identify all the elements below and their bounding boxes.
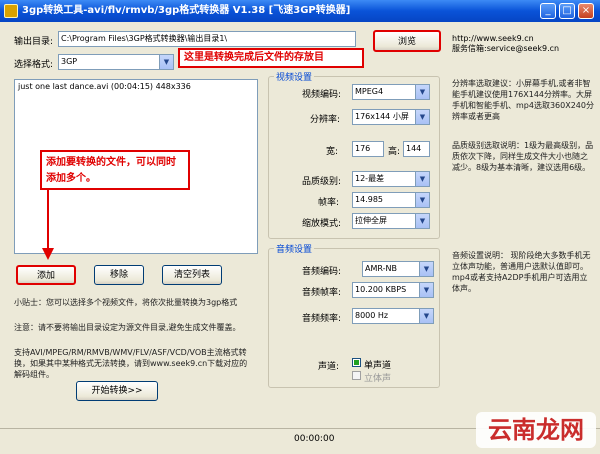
- output-dir-label: 输出目录:: [14, 37, 54, 47]
- clear-list-button[interactable]: 清空列表: [162, 265, 222, 285]
- chevron-down-icon: ▼: [415, 214, 429, 228]
- output-dir-annotation: 这里是转换完成后文件的存放目: [178, 48, 364, 68]
- browse-button[interactable]: 浏览: [373, 30, 441, 52]
- stereo-label: 立体声: [364, 374, 392, 384]
- audio-settings-title: 音频设置: [274, 242, 315, 255]
- tip-batch: 小贴士：您可以选择多个视频文件，将依次批量转换为3gp格式: [14, 298, 238, 307]
- video-codec-label: 视频编码:: [302, 90, 342, 100]
- mono-label: 单声道: [364, 361, 392, 371]
- quality-label: 品质级别:: [302, 177, 342, 187]
- window-title: 3gp转换工具-avi/flv/rmvb/3gp格式转换器 V1.38 [飞速3…: [22, 5, 351, 16]
- title-bar: 3gp转换工具-avi/flv/rmvb/3gp格式转换器 V1.38 [飞速3…: [0, 0, 600, 22]
- close-button[interactable]: ×: [578, 3, 594, 19]
- audio-codec-value: AMR-NB: [365, 264, 397, 273]
- video-codec-select[interactable]: MPEG4 ▼: [352, 84, 430, 100]
- audio-samplerate-label: 音频频率:: [302, 314, 342, 324]
- resolution-select[interactable]: 176x144 小屏 ▼: [352, 109, 430, 125]
- chevron-down-icon: ▼: [415, 110, 429, 124]
- watermark: 云南龙网: [476, 412, 596, 448]
- height-input[interactable]: 144: [403, 141, 430, 157]
- resolution-value: 176x144 小屏: [355, 112, 409, 121]
- list-item[interactable]: just one last dance.avi (00:04:15) 448x3…: [15, 80, 257, 93]
- mono-checkbox[interactable]: [352, 358, 361, 367]
- width-label: 宽:: [326, 147, 339, 157]
- chevron-down-icon: ▼: [415, 85, 429, 99]
- email-text: 服务信箱:service@seek9.cn: [452, 44, 560, 53]
- video-settings-title: 视频设置: [274, 70, 315, 83]
- minimize-button[interactable]: _: [540, 3, 556, 19]
- audio-samplerate-value: 8000 Hz: [355, 311, 389, 320]
- scale-select[interactable]: 拉伸全屏 ▼: [352, 213, 430, 229]
- tip-output-dir: 注意：请不要将输出目录设定为源文件目录,避免生成文件覆盖。: [14, 323, 241, 332]
- app-icon: [4, 4, 18, 18]
- remove-button[interactable]: 移除: [94, 265, 144, 285]
- checkmark-icon: [354, 360, 359, 365]
- audio-help: 音频设置说明： 现阶段绝大多数手机无立体声功能，普通用户选默认值即可。mp4或者…: [452, 251, 591, 293]
- width-input[interactable]: 176: [352, 141, 384, 157]
- audio-codec-select[interactable]: AMR-NB ▼: [362, 261, 434, 277]
- audio-bitrate-select[interactable]: 10.200 KBPS ▼: [352, 282, 434, 298]
- audio-samplerate-select[interactable]: 8000 Hz ▼: [352, 308, 434, 324]
- chevron-down-icon: ▼: [415, 193, 429, 207]
- audio-bitrate-label: 音频帧率:: [302, 288, 342, 298]
- chevron-down-icon: ▼: [419, 283, 433, 297]
- watermark-text: 云南龙网: [488, 415, 584, 444]
- resolution-label: 分辨率:: [310, 115, 341, 125]
- start-convert-button[interactable]: 开始转换>>: [76, 381, 158, 401]
- scale-value: 拉伸全屏: [355, 216, 387, 225]
- audio-bitrate-value: 10.200 KBPS: [355, 285, 407, 294]
- fps-select[interactable]: 14.985 ▼: [352, 192, 430, 208]
- add-files-annotation: 添加要转换的文件，可以同时添加多个。: [40, 150, 190, 190]
- elapsed-time: 00:00:00: [294, 434, 335, 444]
- quality-help: 品质级别选取说明：1级为最高级别，品质依次下降，同样生成文件大小也随之减少。8级…: [452, 141, 594, 172]
- quality-select[interactable]: 12-最差 ▼: [352, 171, 430, 187]
- scale-label: 缩放模式:: [302, 219, 342, 229]
- format-select[interactable]: 3GP ▼: [58, 54, 174, 70]
- output-dir-input[interactable]: C:\Program Files\3GP格式转换器\输出目录1\: [58, 31, 356, 47]
- tip-formats: 支持AVI/MPEG/RM/RMVB/WMV/FLV/ASF/VCD/VOB主流…: [14, 348, 248, 379]
- audio-codec-label: 音频编码:: [302, 267, 342, 277]
- chevron-down-icon: ▼: [159, 55, 173, 69]
- video-codec-value: MPEG4: [355, 87, 384, 96]
- fps-label: 帧率:: [318, 198, 340, 208]
- format-value: 3GP: [61, 57, 78, 66]
- format-label: 选择格式:: [14, 60, 54, 70]
- chevron-down-icon: ▼: [419, 262, 433, 276]
- resolution-help: 分辨率选取建议：小屏幕手机,或者非智能手机建议使用176X144分辨率。大屏手机…: [452, 79, 594, 121]
- chevron-down-icon: ▼: [415, 172, 429, 186]
- quality-value: 12-最差: [355, 174, 385, 183]
- maximize-button[interactable]: □: [559, 3, 575, 19]
- website-link[interactable]: http://www.seek9.cn: [452, 34, 534, 43]
- arrow-icon: [42, 190, 54, 260]
- channel-label: 声道:: [318, 362, 340, 372]
- add-button[interactable]: 添加: [16, 265, 76, 285]
- chevron-down-icon: ▼: [419, 309, 433, 323]
- height-label: 高:: [388, 147, 401, 157]
- fps-value: 14.985: [355, 195, 383, 204]
- stereo-checkbox[interactable]: [352, 371, 361, 380]
